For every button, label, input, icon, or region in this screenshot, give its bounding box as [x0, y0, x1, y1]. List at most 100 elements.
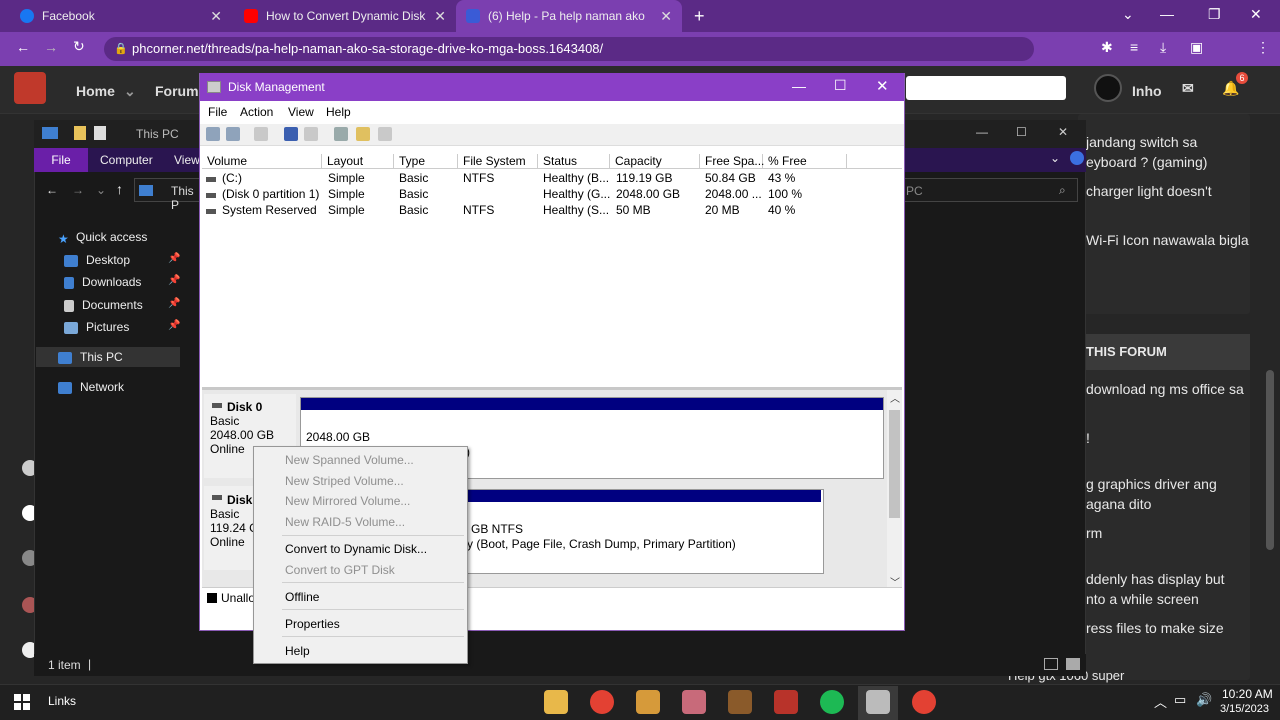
- volume-icon[interactable]: 🔊: [1196, 692, 1212, 708]
- sidebar-thread-link[interactable]: jandang switch sa: [1086, 134, 1256, 150]
- forward-icon[interactable]: →: [72, 183, 84, 197]
- settings-icon[interactable]: [378, 127, 392, 141]
- chevron-down-icon[interactable]: ⌄: [1122, 6, 1134, 23]
- pin-icon[interactable]: 📌: [168, 275, 180, 286]
- breadcrumb-label[interactable]: This P: [171, 184, 199, 212]
- back-icon[interactable]: ←: [16, 39, 30, 55]
- download-icon[interactable]: ⤓: [1160, 39, 1166, 56]
- nav-quick-access[interactable]: ★ Quick access: [58, 230, 147, 246]
- close-icon[interactable]: ✕: [434, 8, 446, 25]
- close-icon[interactable]: ✕: [1058, 125, 1068, 139]
- puzzle-icon[interactable]: ✱: [1101, 39, 1113, 56]
- nav-pictures[interactable]: Pictures: [64, 320, 129, 334]
- sidebar-thread-link[interactable]: eyboard ? (gaming): [1086, 154, 1256, 170]
- ribbon-tab-file[interactable]: File: [34, 148, 88, 172]
- properties-icon[interactable]: [74, 126, 86, 140]
- back-icon[interactable]: [206, 127, 220, 141]
- network-icon[interactable]: ▭: [1174, 692, 1186, 708]
- minimize-icon[interactable]: —: [976, 125, 988, 139]
- column-header-layout[interactable]: Layout: [322, 154, 394, 169]
- clock-time[interactable]: 10:20 AM: [1222, 687, 1273, 701]
- chrome-icon[interactable]: [912, 690, 936, 714]
- tab-facebook[interactable]: Facebook ✕: [10, 0, 232, 32]
- close-window-icon[interactable]: ✕: [1250, 6, 1262, 23]
- close-icon[interactable]: ✕: [210, 8, 222, 25]
- site-logo[interactable]: [14, 72, 46, 104]
- menu-item-offline[interactable]: Offline: [285, 590, 319, 604]
- column-header-capacity[interactable]: Capacity: [610, 154, 700, 169]
- nav-documents[interactable]: Documents: [64, 298, 143, 312]
- file-explorer-icon[interactable]: [544, 690, 568, 714]
- reload-icon[interactable]: ↻: [73, 38, 85, 55]
- spotify-icon[interactable]: [820, 690, 844, 714]
- site-search-input[interactable]: [906, 76, 1066, 100]
- nav-this-pc[interactable]: This PC: [58, 350, 123, 364]
- media-app-icon[interactable]: [774, 690, 798, 714]
- connect-icon[interactable]: [334, 127, 348, 141]
- disk-management-icon[interactable]: [866, 690, 890, 714]
- mail-icon[interactable]: ✉: [1182, 80, 1194, 97]
- pin-icon[interactable]: 📌: [168, 253, 180, 264]
- minimize-icon[interactable]: —: [792, 78, 806, 94]
- sidebar-thread-link[interactable]: ress files to make size: [1086, 620, 1256, 636]
- new-folder-icon[interactable]: [94, 126, 106, 140]
- media-icon[interactable]: ≡: [1130, 39, 1138, 55]
- help-icon[interactable]: [284, 127, 298, 141]
- ribbon-tab-view[interactable]: View: [174, 153, 200, 167]
- menu-file[interactable]: File: [208, 105, 227, 119]
- nav-downloads[interactable]: Downloads: [64, 275, 141, 289]
- sidebar-thread-link[interactable]: nto a while screen: [1086, 591, 1256, 607]
- graph-scrollbar[interactable]: ︿ ﹀: [887, 390, 902, 589]
- column-header-status[interactable]: Status: [538, 154, 610, 169]
- nav-network[interactable]: Network: [58, 380, 124, 394]
- game-app-icon[interactable]: [636, 690, 660, 714]
- scrollbar-thumb[interactable]: [889, 410, 900, 518]
- column-header-volume[interactable]: Volume: [202, 154, 322, 169]
- minimize-icon[interactable]: —: [1160, 6, 1174, 22]
- username[interactable]: Inho: [1132, 83, 1162, 99]
- sidebar-thread-link[interactable]: !: [1086, 430, 1256, 446]
- pin-icon[interactable]: 📌: [168, 320, 180, 331]
- column-header-percent-free[interactable]: % Free: [763, 154, 847, 169]
- more-menu-icon[interactable]: ⋮: [1256, 39, 1270, 56]
- help-icon[interactable]: [1070, 151, 1084, 165]
- page-scrollbar[interactable]: [1266, 370, 1274, 550]
- properties-icon[interactable]: [304, 127, 318, 141]
- sidebar-thread-link[interactable]: rm: [1086, 525, 1256, 541]
- clock-date[interactable]: 3/15/2023: [1220, 703, 1269, 715]
- forward-icon[interactable]: [226, 127, 240, 141]
- sidebar-thread-link[interactable]: charger light doesn't: [1086, 183, 1256, 199]
- tiles-view-icon[interactable]: [1066, 658, 1080, 670]
- pin-icon[interactable]: 📌: [168, 298, 180, 309]
- app-icon[interactable]: [728, 690, 752, 714]
- chevron-up-icon[interactable]: ︿: [1154, 692, 1167, 711]
- ribbon-tab-computer[interactable]: Computer: [100, 153, 153, 167]
- tab-youtube[interactable]: How to Convert Dynamic Disk to ✕: [234, 0, 456, 32]
- column-header-filesystem[interactable]: File System: [458, 154, 538, 169]
- maximize-icon[interactable]: ☐: [1016, 125, 1027, 139]
- maximize-icon[interactable]: ☐: [834, 77, 847, 94]
- breadcrumb[interactable]: This P: [134, 178, 200, 212]
- chevron-up-icon[interactable]: ︿: [890, 390, 900, 405]
- back-icon[interactable]: ←: [46, 183, 58, 197]
- chevron-down-icon[interactable]: ⌄: [124, 83, 136, 100]
- sidebar-thread-link[interactable]: ddenly has display but: [1086, 571, 1256, 587]
- details-view-icon[interactable]: [1044, 658, 1058, 670]
- menu-help[interactable]: Help: [326, 105, 351, 119]
- close-icon[interactable]: ✕: [876, 77, 889, 95]
- tab-phcorner[interactable]: (6) Help - Pa help naman ako sa ✕: [456, 0, 682, 32]
- bell-icon[interactable]: 🔔: [1222, 80, 1239, 97]
- search-input[interactable]: PC ⌕: [902, 178, 1078, 202]
- maximize-icon[interactable]: ❐: [1208, 6, 1221, 23]
- chevron-down-icon[interactable]: ⌄: [96, 183, 106, 197]
- close-icon[interactable]: ✕: [660, 8, 672, 25]
- menu-item-properties[interactable]: Properties: [285, 617, 340, 631]
- sidebar-icon[interactable]: ▣: [1190, 39, 1203, 56]
- windows-start-icon[interactable]: [14, 694, 30, 710]
- nav-desktop[interactable]: Desktop: [64, 253, 130, 267]
- sidebar-thread-link[interactable]: agana dito: [1086, 496, 1256, 512]
- menu-view[interactable]: View: [288, 105, 314, 119]
- links-toolbar[interactable]: Links: [48, 694, 76, 708]
- sidebar-thread-link[interactable]: download ng ms office sa: [1086, 381, 1256, 397]
- url-input[interactable]: phcorner.net/threads/pa-help-naman-ako-s…: [104, 37, 1034, 61]
